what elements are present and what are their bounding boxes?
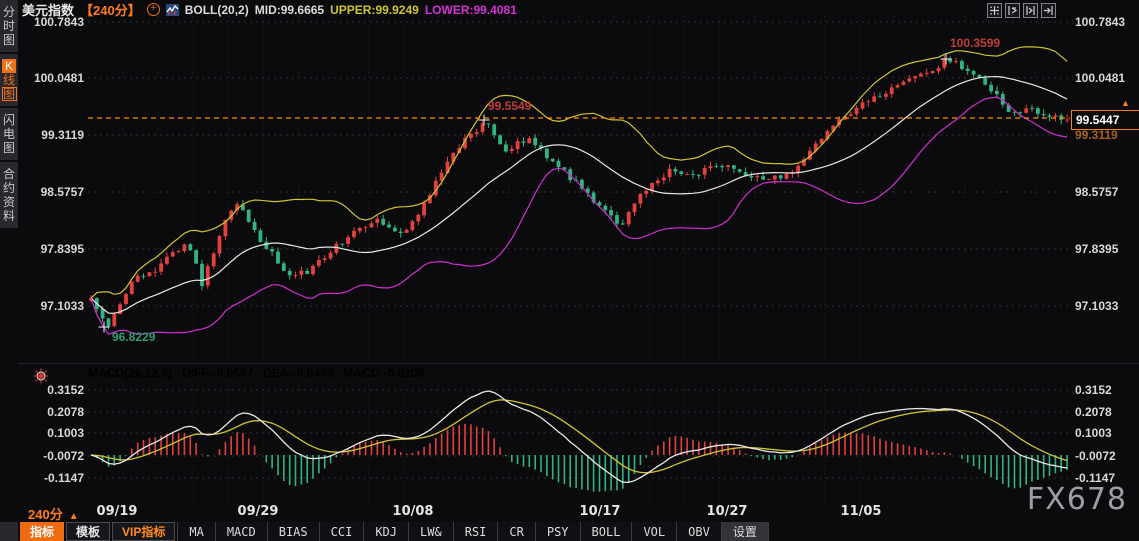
x-axis-date-label: 09/29 xyxy=(237,504,279,519)
pane-divider xyxy=(18,363,1139,364)
price-annotation: 100.3599 xyxy=(950,36,1001,50)
macd-axis-label-right: -0.0072 xyxy=(1075,449,1116,463)
price-axis-label-right: 97.8395 xyxy=(1075,242,1119,256)
chart-tools xyxy=(987,3,1056,18)
indicator-button-obv[interactable]: OBV xyxy=(677,522,722,541)
price-marker-icon: ▲ xyxy=(1121,98,1130,108)
period-dropdown-icon: ▲ xyxy=(68,511,79,522)
x-axis-date-label: 11/05 xyxy=(840,504,882,519)
price-axis-label-left: 99.3119 xyxy=(41,128,84,142)
price-axis-label-left: 97.1033 xyxy=(40,299,84,313)
macd-axis-label-left: 0.3152 xyxy=(47,383,84,397)
toolbar-corner xyxy=(0,522,18,541)
indicator-button-macd[interactable]: MACD xyxy=(215,522,268,541)
toolbar-tab-vip-indicators[interactable]: VIP指标 xyxy=(112,522,176,541)
price-annotation: 96.8229 xyxy=(112,330,156,344)
macd-diff-value: DIFF:-0.0597 xyxy=(182,366,254,380)
price-annotation: 99.5549 xyxy=(488,99,532,113)
axis-left-icon[interactable] xyxy=(1005,3,1020,18)
toolbar-tab-indicators[interactable]: 指标 xyxy=(20,522,65,541)
pane-shift-icon[interactable] xyxy=(1041,3,1056,18)
boll-lower-value: LOWER:99.4081 xyxy=(424,2,517,17)
settings-button[interactable]: 设置 xyxy=(721,522,769,541)
macd-macd-value: MACD:-0.0208 xyxy=(343,366,425,380)
sidebar-item-kline-chart[interactable]: K线图 xyxy=(0,54,18,106)
indicator-button-lw[interactable]: LW& xyxy=(409,522,454,541)
macd-label: MACD(26,12,9) xyxy=(88,366,173,380)
mini-chart-icon[interactable] xyxy=(165,3,179,16)
sidebar-item-char: 合 xyxy=(2,167,15,181)
macd-axis-label-right: 0.1003 xyxy=(1075,426,1112,440)
period-label: 【240分】 xyxy=(80,3,141,18)
indicator-button-vol[interactable]: VOL xyxy=(632,522,678,541)
sidebar-item-char: K xyxy=(2,59,16,73)
indicator-button-cci[interactable]: CCI xyxy=(319,522,365,541)
macd-axis-label-left: 0.1003 xyxy=(47,426,84,440)
sidebar-item-char: 时 xyxy=(2,19,15,33)
sidebar-item-char: 闪 xyxy=(2,113,15,127)
x-axis-date-label: 09/19 xyxy=(96,504,138,519)
current-price-tag: 99.5447 xyxy=(1071,110,1139,130)
price-axis-label-right: 100.0481 xyxy=(1075,71,1126,85)
price-axis-label-right: 99.3119 xyxy=(1075,128,1118,142)
indicator-button-bias[interactable]: BIAS xyxy=(267,522,320,541)
indicator-button-cr[interactable]: CR xyxy=(498,522,536,541)
period-selector[interactable]: 240分 ▲ xyxy=(28,504,79,523)
sidebar-item-time-chart[interactable]: 分时图 xyxy=(0,0,18,52)
macd-pane[interactable] xyxy=(88,385,1070,505)
x-axis-date-label: 10/17 xyxy=(579,504,621,519)
indicator-button-psy[interactable]: PSY xyxy=(535,522,581,541)
macd-axis-label-right: 0.3152 xyxy=(1075,383,1112,397)
sidebar-item-char: 线 xyxy=(2,73,15,87)
price-axis-label-left: 98.5757 xyxy=(40,185,84,199)
x-axis-date-label: 10/27 xyxy=(706,504,748,519)
x-axis: 240分 ▲ 09/19 09/29 10/08 10/17 10/27 11/05 xyxy=(0,503,1139,523)
chart-type-sidebar: 分时图K线图闪电图合约资料 xyxy=(0,0,18,541)
extreme-marker-icon xyxy=(478,113,490,126)
boll-mid-value: MID:99.6665 xyxy=(254,2,325,17)
chart-header: 美元指数 【240分】 + BOLL(20,2) MID:99.6665 UPP… xyxy=(22,1,517,19)
crosshair-icon[interactable] xyxy=(987,3,1002,18)
axis-right-icon[interactable] xyxy=(1023,3,1038,18)
sidebar-item-char: 资 xyxy=(2,195,15,209)
x-axis-date-label: 10/08 xyxy=(392,504,434,519)
boll-upper-value: UPPER:99.9249 xyxy=(330,2,419,17)
watermark: FX678 xyxy=(1026,482,1127,517)
macd-dea-value: DEA:-0.0493 xyxy=(263,366,334,380)
price-axis-label-left: 100.0481 xyxy=(33,71,84,85)
extreme-marker-icon xyxy=(98,320,110,333)
sidebar-item-char: 图 xyxy=(2,141,15,155)
symbol-name: 美元指数 xyxy=(22,3,75,18)
sidebar-item-flash-chart[interactable]: 闪电图 xyxy=(0,108,18,160)
macd-axis-label-left: -0.0072 xyxy=(43,449,84,463)
indicator-toolbar: 指标 模板 VIP指标 MA MACD BIAS CCI KDJ LW& RSI CR PSY BOLL… xyxy=(0,522,1139,541)
sidebar-item-char: 图 xyxy=(1,87,17,101)
sidebar-item-char: 料 xyxy=(2,209,15,223)
price-axis-label-right: 98.5757 xyxy=(1075,185,1119,199)
main-chart-pane[interactable] xyxy=(88,12,1070,364)
price-axis-label-left: 97.8395 xyxy=(40,242,84,256)
boll-label: BOLL(20,2) xyxy=(184,2,249,17)
price-axis-label-right: 97.1033 xyxy=(1075,299,1119,313)
macd-axis-label-right: 0.2078 xyxy=(1075,405,1112,419)
indicator-button-rsi[interactable]: RSI xyxy=(453,522,499,541)
trading-app-window: 分时图K线图闪电图合约资料 美元指数 【240分】 + BOLL(20,2) M… xyxy=(0,0,1139,541)
indicator-button-ma[interactable]: MA xyxy=(177,522,216,541)
sidebar-item-char: 电 xyxy=(2,127,15,141)
macd-axis-label-left: -0.1147 xyxy=(43,471,84,485)
indicator-button-kdj[interactable]: KDJ xyxy=(364,522,410,541)
indicator-button-boll[interactable]: BOLL xyxy=(580,522,633,541)
alert-sun-icon[interactable] xyxy=(33,368,49,384)
macd-header: MACD(26,12,9) DIFF:-0.0597 DEA:-0.0493 M… xyxy=(88,366,424,382)
sidebar-item-char: 分 xyxy=(2,5,15,19)
price-axis-label-right: 100.7843 xyxy=(1075,15,1126,29)
sidebar-item-char: 图 xyxy=(2,33,15,47)
extreme-marker-icon xyxy=(940,52,952,65)
zoom-out-icon[interactable]: + xyxy=(146,3,160,16)
sidebar-item-contract-info[interactable]: 合约资料 xyxy=(0,162,18,228)
sidebar-item-char: 约 xyxy=(2,181,15,195)
macd-axis-label-left: 0.2078 xyxy=(47,405,84,419)
toolbar-tab-templates[interactable]: 模板 xyxy=(66,522,111,541)
